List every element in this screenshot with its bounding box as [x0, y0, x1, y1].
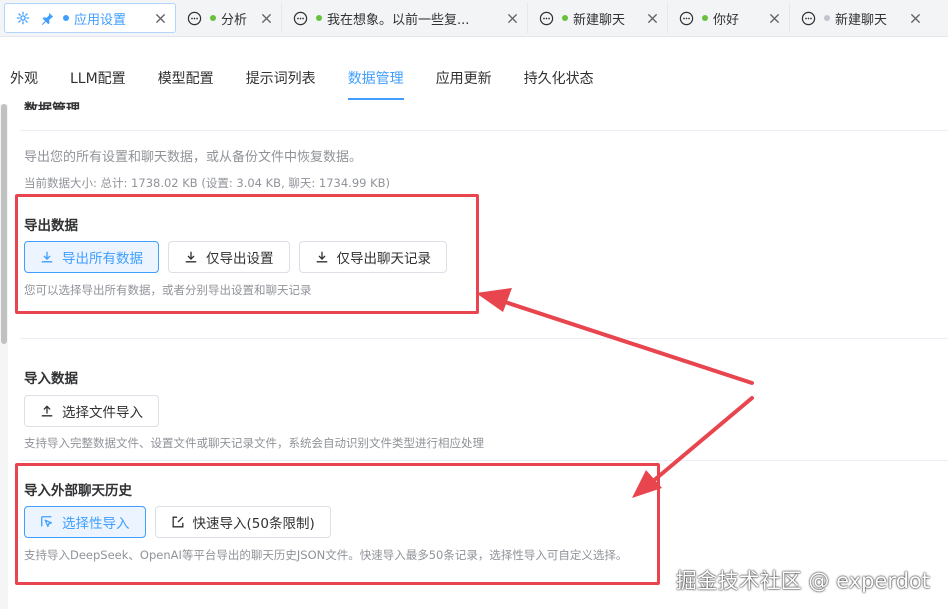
tab-bar: 应用设置 分析 我在想象。以前一些复... 新建聊天 你好 新建聊天: [0, 0, 948, 37]
close-icon[interactable]: [259, 11, 273, 25]
tab-new-chat-2[interactable]: 新建聊天: [790, 3, 930, 33]
status-dot: [562, 15, 568, 21]
chat-bubble-icon: [538, 10, 554, 26]
tab-title: 应用设置: [74, 12, 127, 28]
close-icon[interactable]: [153, 11, 167, 25]
tab-new-chat[interactable]: 新建聊天: [528, 3, 668, 33]
nav-prompt-list[interactable]: 提示词列表: [230, 68, 332, 96]
tab-hello[interactable]: 你好: [668, 3, 790, 33]
button-label: 选择文件导入: [62, 405, 143, 421]
status-dot: [316, 15, 322, 21]
tab-title: 我在想象。以前一些复...: [327, 12, 470, 28]
annotation-box-external-import: [15, 463, 660, 585]
select-file-import-button[interactable]: 选择文件导入: [24, 395, 159, 427]
tab-title: 你好: [713, 12, 740, 28]
tab-title: 分析: [221, 12, 248, 28]
close-icon[interactable]: [767, 11, 781, 25]
gear-icon: [15, 10, 31, 26]
data-size-info: 当前数据大小: 总计: 1738.02 KB (设置: 3.04 KB, 聊天:…: [24, 176, 391, 190]
status-dot: [824, 15, 830, 21]
pin-icon[interactable]: [39, 10, 55, 26]
scrollbar-thumb[interactable]: [1, 104, 7, 344]
chat-bubble-icon: [186, 10, 202, 26]
nav-model-config[interactable]: 模型配置: [142, 68, 230, 96]
section-title: 数据管理: [24, 102, 80, 110]
nav-data-management[interactable]: 数据管理: [332, 68, 420, 100]
annotation-box-export: [15, 194, 479, 314]
tab-title: 新建聊天: [835, 12, 888, 28]
status-dot: [210, 15, 216, 21]
settings-nav: 外观 LLM配置 模型配置 提示词列表 数据管理 应用更新 持久化状态: [0, 36, 948, 104]
divider: [20, 338, 948, 339]
close-icon[interactable]: [645, 11, 659, 25]
status-dot: [63, 15, 69, 21]
section-description: 导出您的所有设置和聊天数据，或从备份文件中恢复数据。: [24, 150, 363, 165]
chat-bubble-icon: [800, 10, 816, 26]
divider: [20, 460, 948, 461]
tab-app-settings[interactable]: 应用设置: [4, 3, 176, 33]
tab-analysis[interactable]: 分析: [176, 3, 282, 33]
tab-title: 新建聊天: [573, 12, 626, 28]
upload-icon: [40, 404, 54, 418]
tab-chat-imagine[interactable]: 我在想象。以前一些复...: [282, 3, 528, 33]
chat-bubble-icon: [292, 10, 308, 26]
nav-persistence-state[interactable]: 持久化状态: [508, 68, 610, 96]
close-icon[interactable]: [505, 11, 519, 25]
nav-llm-config[interactable]: LLM配置: [54, 68, 142, 96]
import-buttons: 选择文件导入: [24, 395, 159, 427]
status-dot: [702, 15, 708, 21]
import-title: 导入数据: [24, 371, 78, 387]
watermark: 掘金技术社区 @ experdot: [675, 569, 930, 593]
divider: [20, 130, 948, 131]
chat-bubble-icon: [678, 10, 694, 26]
close-icon[interactable]: [908, 11, 922, 25]
import-hint: 支持导入完整数据文件、设置文件或聊天记录文件，系统会自动识别文件类型进行相应处理: [24, 436, 484, 450]
nav-appearance[interactable]: 外观: [0, 68, 54, 96]
nav-app-update[interactable]: 应用更新: [420, 68, 508, 96]
